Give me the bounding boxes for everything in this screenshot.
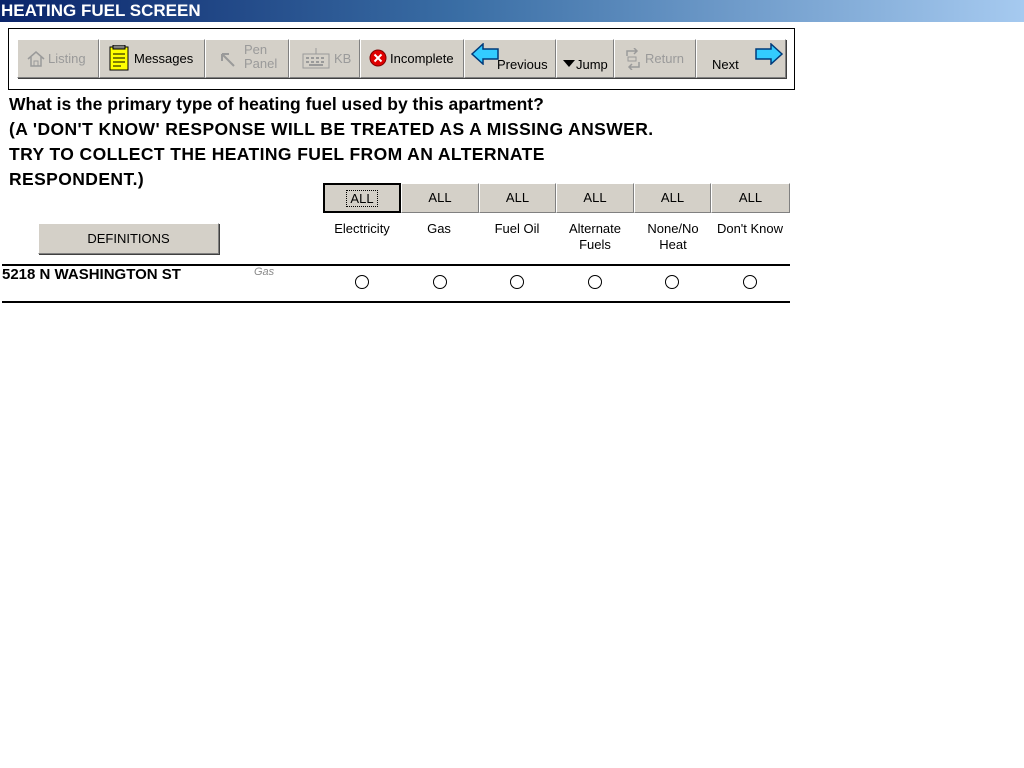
toolbar: Listing Messages Pen Panel KB Incomplete xyxy=(8,28,795,90)
previous-label: Previous xyxy=(497,57,548,72)
previous-button[interactable]: Previous xyxy=(464,39,556,78)
keyboard-button[interactable]: KB xyxy=(289,39,360,78)
question-line-1: What is the primary type of heating fuel… xyxy=(9,94,544,114)
return-button[interactable]: Return xyxy=(614,39,696,78)
return-arrows-icon xyxy=(623,47,643,73)
all-gas-label: ALL xyxy=(428,190,452,205)
triangle-down-icon xyxy=(563,56,575,71)
messages-label: Messages xyxy=(134,51,194,66)
right-arrow-icon xyxy=(755,42,784,68)
column-header-fuel-oil-line1: Fuel Oil xyxy=(494,221,540,236)
radio-fuel-oil[interactable] xyxy=(510,275,524,289)
radio-alternate-fuels[interactable] xyxy=(588,275,602,289)
row-address: 5218 N WASHINGTON ST xyxy=(2,266,181,283)
error-circle-icon xyxy=(369,49,387,70)
jump-button[interactable]: Jump xyxy=(556,39,614,78)
column-header-electricity: Electricity xyxy=(322,221,402,237)
pen-panel-label-line1: Pen xyxy=(244,42,268,57)
radio-electricity[interactable] xyxy=(355,275,369,289)
keyboard-label: KB xyxy=(334,51,352,66)
column-header-dont-know-line1: Don't Know xyxy=(716,221,784,236)
question-line-3: TRY TO COLLECT THE HEATING FUEL FROM AN … xyxy=(9,144,545,164)
column-header-alternate-fuels-line2: Fuels xyxy=(579,237,611,252)
all-alternate-fuels-button[interactable]: ALL xyxy=(556,183,634,213)
column-header-none-no-heat-line2: Heat xyxy=(659,237,687,252)
column-header-gas: Gas xyxy=(399,221,479,237)
definitions-label: DEFINITIONS xyxy=(87,231,170,246)
row-bottom-divider xyxy=(2,301,790,303)
next-label: Next xyxy=(712,57,739,72)
column-header-dont-know: Don't Know xyxy=(709,221,791,237)
keyboard-icon xyxy=(302,48,330,73)
all-fuel-oil-label: ALL xyxy=(505,190,530,205)
incomplete-label: Incomplete xyxy=(390,51,454,66)
left-arrow-icon xyxy=(470,42,499,68)
column-header-alternate-fuels-line1: Alternate xyxy=(568,221,622,236)
all-none-no-heat-button[interactable]: ALL xyxy=(634,183,711,213)
question-line-2: (A 'DON'T KNOW' RESPONSE WILL BE TREATED… xyxy=(9,119,654,139)
listing-button[interactable]: Listing xyxy=(17,39,99,78)
return-label: Return xyxy=(645,51,685,66)
window-title: HEATING FUEL SCREEN xyxy=(1,1,201,20)
messages-button[interactable]: Messages xyxy=(99,39,205,78)
all-dont-know-button[interactable]: ALL xyxy=(711,183,790,213)
pen-panel-button[interactable]: Pen Panel xyxy=(205,39,289,78)
pen-panel-label: Pen Panel xyxy=(244,43,277,71)
pen-panel-label-line2: Panel xyxy=(244,56,278,71)
all-alternate-fuels-label: ALL xyxy=(583,190,607,205)
column-header-none-no-heat-line1: None/No xyxy=(647,221,699,236)
column-header-alternate-fuels: Alternate Fuels xyxy=(555,221,635,253)
all-none-no-heat-label: ALL xyxy=(660,190,685,205)
pen-arrow-icon xyxy=(220,52,238,73)
incomplete-button[interactable]: Incomplete xyxy=(360,39,464,78)
radio-dont-know[interactable] xyxy=(743,275,757,289)
jump-label: Jump xyxy=(576,57,608,72)
next-button[interactable]: Next xyxy=(696,39,786,78)
column-header-electricity-line1: Electricity xyxy=(334,221,390,236)
column-header-none-no-heat: None/No Heat xyxy=(633,221,713,253)
question-text: What is the primary type of heating fuel… xyxy=(9,92,799,192)
radio-gas[interactable] xyxy=(433,275,447,289)
all-electricity-button[interactable]: ALL xyxy=(323,183,401,213)
title-bar: HEATING FUEL SCREEN xyxy=(0,0,1024,22)
definitions-button[interactable]: DEFINITIONS xyxy=(38,223,219,254)
listing-label: Listing xyxy=(48,51,86,66)
notepad-icon xyxy=(109,44,129,74)
column-header-fuel-oil: Fuel Oil xyxy=(477,221,557,237)
all-gas-button[interactable]: ALL xyxy=(401,183,479,213)
all-electricity-label: ALL xyxy=(346,190,378,207)
all-fuel-oil-button[interactable]: ALL xyxy=(479,183,556,213)
radio-none-no-heat[interactable] xyxy=(665,275,679,289)
row-previous-answer: Gas xyxy=(254,266,275,278)
house-icon xyxy=(26,49,46,72)
column-header-gas-line1: Gas xyxy=(427,221,451,236)
all-dont-know-label: ALL xyxy=(738,190,763,205)
